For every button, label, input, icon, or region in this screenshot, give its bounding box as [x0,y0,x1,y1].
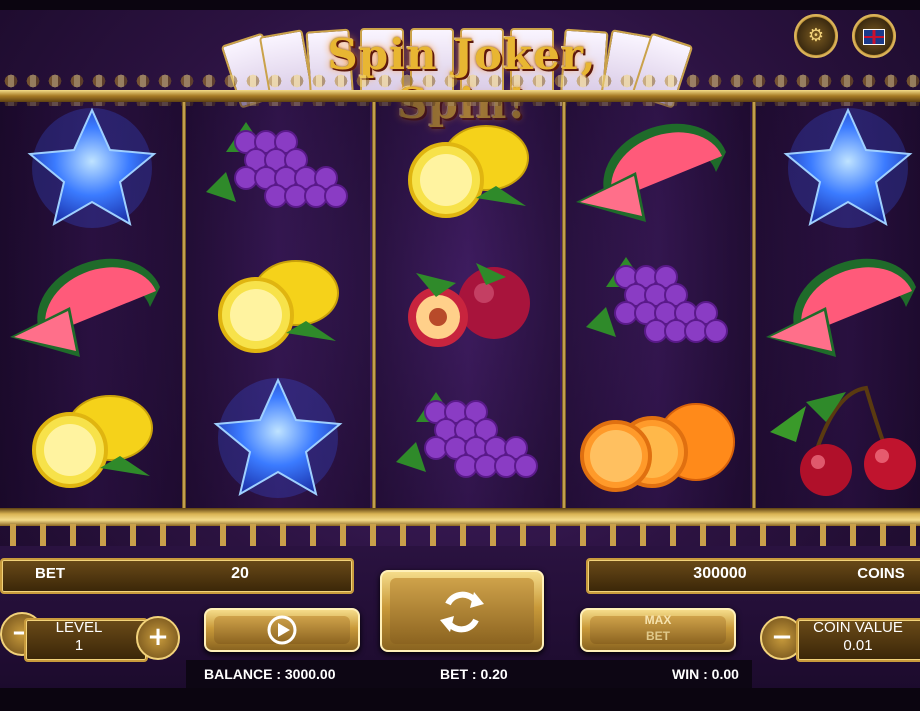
reel-1 [0,102,184,508]
bet-label: BET [35,565,65,582]
watermelon-symbol [756,237,920,372]
lemon-symbol [376,102,560,237]
lemon-icon [32,395,153,488]
grapes-icon [396,392,538,478]
max-bet-button[interactable]: MAX BET [580,608,736,652]
plum-symbol [376,237,560,372]
bottom-strip [0,688,920,711]
lemon-icon [408,125,529,218]
lemon-symbol [0,372,184,507]
spin-button[interactable] [380,570,544,652]
win-text: WIN : 0.00 [672,666,739,682]
bottom-ornament [0,524,920,546]
watermelon-icon [10,258,160,357]
bet-value: 20 [231,565,249,582]
watermelon-symbol [0,237,184,372]
grapes-symbol [186,102,370,237]
grapes-symbol [566,237,750,372]
settings-icon: ⚙ [807,25,825,46]
grapes-icon [206,122,348,208]
language-button[interactable] [852,14,896,58]
max-label: MAX [644,613,672,627]
coins-value: 300000 [693,565,747,582]
lemon-icon [218,260,339,353]
reel-3 [376,102,560,508]
language-flag-icon [852,14,896,58]
reel-5 [756,102,920,508]
total-bet-text: BET : 0.20 [440,666,508,682]
watermelon-icon [766,258,916,357]
play-icon [267,615,297,645]
grapes-symbol [376,372,560,507]
blue-star-icon [213,377,343,498]
coin-value-amount: 0.01 [843,637,873,654]
level-value: 1 [74,637,84,654]
autoplay-button[interactable] [204,608,360,652]
slot-game: Spin Joker, Spin! ⚙ BET 20 300000 COINS … [0,0,920,711]
lemon-symbol [186,237,370,372]
settings-button[interactable]: ⚙ [794,14,838,58]
cherries-symbol [756,372,920,507]
top-rail [0,90,920,102]
top-strip [0,0,920,10]
reel-2 [186,102,370,508]
reels-area [0,102,920,508]
blue-star-icon [27,107,157,228]
reel-4 [566,102,750,508]
blue-star-icon [783,107,913,228]
orange-icon [580,403,735,492]
blue-star-symbol [756,102,920,237]
balance-text: BALANCE : 3000.00 [204,666,336,682]
grapes-icon [586,257,728,343]
level-plus-button[interactable]: + [136,616,180,660]
blue-star-symbol [186,372,370,507]
plum-icon [408,263,530,347]
coins-label: COINS [857,565,905,582]
watermelon-icon [576,123,726,222]
spin-arrows-icon [440,591,484,633]
orange-symbol [566,372,750,507]
watermelon-symbol [566,102,750,237]
max-bet-sub-label: BET [646,629,670,643]
blue-star-symbol [0,102,184,237]
cherries-icon [770,385,916,496]
